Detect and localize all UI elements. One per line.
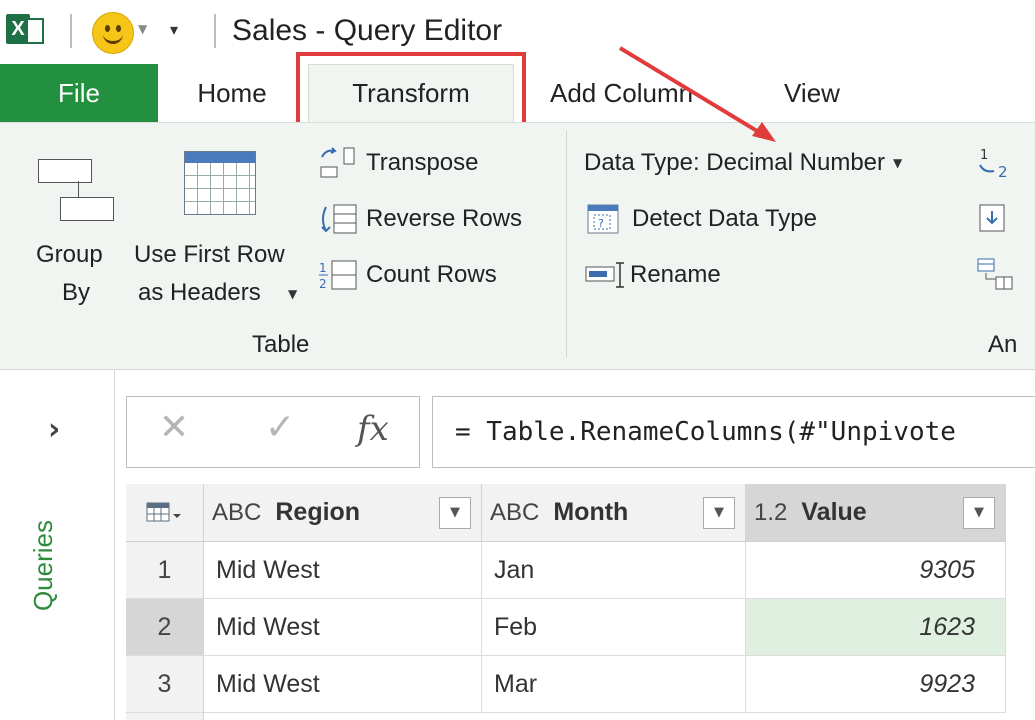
smiley-feedback-icon[interactable] (92, 12, 134, 54)
detect-data-type-icon: ? (587, 204, 619, 234)
table-cell[interactable]: 9923 (746, 656, 1006, 713)
formula-text: = Table.RenameColumns(#"Unpivote (455, 417, 956, 447)
ribbon: Group By Use First Row as Headers ▼ Tran… (0, 122, 1035, 370)
column-header-label: Region (275, 498, 361, 526)
text-type-icon[interactable]: ABC (490, 499, 539, 527)
excel-icon: X (6, 14, 44, 44)
fill-button[interactable] (978, 203, 1008, 235)
decimal-type-icon[interactable]: 1.2 (754, 499, 787, 527)
chevron-down-icon: ▼ (288, 287, 298, 301)
formula-bar-buttons: ✕ ✓ fx (126, 396, 420, 468)
group-by-label: By (62, 279, 91, 306)
data-type-label: Data Type: Decimal Number (584, 149, 886, 176)
group-by-button[interactable]: Group By (22, 129, 126, 315)
count-rows-button[interactable]: 1 2 Count Rows (318, 257, 497, 293)
tab-add-column[interactable]: Add Column (540, 64, 720, 122)
svg-text:1: 1 (980, 148, 988, 163)
svg-text:1: 1 (319, 261, 327, 275)
first-row-label: Use First Row (134, 241, 285, 268)
table-cell[interactable]: 9305 (746, 542, 1006, 599)
row-number (126, 713, 204, 720)
group-separator (566, 131, 567, 357)
title-separator (214, 14, 216, 48)
chevron-down-icon: ▼ (893, 156, 903, 170)
rename-icon (585, 262, 624, 288)
count-rows-label: Count Rows (366, 261, 497, 288)
table-group-title: Table (252, 331, 310, 358)
table-cell[interactable]: Jan (482, 542, 746, 599)
table-grid-icon (146, 502, 181, 521)
tab-file[interactable]: File (0, 64, 158, 122)
text-type-icon[interactable]: ABC (212, 499, 261, 527)
table-cell[interactable]: Mid West (204, 599, 482, 656)
feedback-dropdown-icon[interactable]: ▼ (138, 22, 147, 36)
row-number[interactable]: 1 (126, 542, 204, 599)
detect-data-type-button[interactable]: ? Detect Data Type (584, 201, 817, 237)
table-cell-selected[interactable]: 1623 (746, 599, 1006, 656)
column-header-value[interactable]: 1.2 Value ▼ (746, 484, 1006, 542)
reverse-rows-icon (321, 204, 357, 234)
svg-text:2: 2 (319, 277, 327, 291)
filter-dropdown-icon[interactable]: ▼ (963, 496, 995, 529)
reverse-rows-label: Reverse Rows (366, 205, 523, 232)
table-cell[interactable]: Mid West (204, 656, 482, 713)
transform-tab-highlight (296, 52, 526, 128)
fx-icon[interactable]: fx (357, 409, 389, 449)
column-header-label: Value (801, 498, 867, 526)
row-number[interactable]: 2 (126, 599, 204, 656)
table-menu-button[interactable] (126, 484, 204, 542)
replace-values-icon: 1 2 (979, 148, 1008, 181)
column-header-month[interactable]: ABC Month ▼ (482, 484, 746, 542)
group-by-label: Group (36, 241, 103, 268)
table-headers-icon (184, 151, 256, 215)
formula-input[interactable]: = Table.RenameColumns(#"Unpivote (432, 396, 1035, 468)
table-cell[interactable]: Mar (482, 656, 746, 713)
queries-pane-label[interactable]: Queries (28, 520, 59, 611)
first-row-label: as Headers (138, 279, 261, 306)
pivot-column-icon (977, 258, 1013, 290)
rename-button[interactable]: Rename (584, 257, 721, 293)
column-header-label: Month (553, 498, 629, 526)
pivot-column-button[interactable] (976, 257, 1016, 293)
chevron-right-icon[interactable]: › (48, 412, 60, 447)
cancel-icon[interactable]: ✕ (159, 407, 189, 448)
title-separator (70, 14, 72, 48)
table-cell[interactable]: Mid West (204, 542, 482, 599)
tab-home[interactable]: Home (170, 64, 294, 122)
transpose-label: Transpose (366, 149, 479, 176)
table-cell[interactable]: Feb (482, 599, 746, 656)
row-number[interactable]: 3 (126, 656, 204, 713)
replace-values-button[interactable]: 1 2 (976, 145, 1016, 181)
confirm-icon[interactable]: ✓ (265, 407, 295, 448)
reverse-rows-button[interactable]: Reverse Rows (318, 201, 522, 237)
svg-text:?: ? (598, 217, 604, 230)
filter-dropdown-icon[interactable]: ▼ (703, 496, 735, 529)
transpose-button[interactable]: Transpose (318, 145, 479, 181)
detect-data-type-label: Detect Data Type (632, 205, 817, 232)
fill-down-icon (979, 204, 1005, 232)
group-by-icon (38, 159, 114, 221)
count-rows-icon: 1 2 (319, 260, 357, 291)
data-grid: ABC Region ▼ ABC Month ▼ 1.2 Value ▼ 1 M… (126, 484, 1035, 720)
data-type-dropdown[interactable]: Data Type: Decimal Number ▼ (584, 145, 902, 181)
svg-text:2: 2 (998, 163, 1008, 181)
tab-view[interactable]: View (770, 64, 854, 122)
column-header-region[interactable]: ABC Region ▼ (204, 484, 482, 542)
transpose-icon (320, 147, 355, 178)
rename-label: Rename (630, 261, 721, 288)
any-column-group-title: An (988, 331, 1018, 358)
window-title: Sales - Query Editor (232, 14, 503, 47)
use-first-row-as-headers-button[interactable]: Use First Row as Headers ▼ (130, 129, 306, 315)
filter-dropdown-icon[interactable]: ▼ (439, 496, 471, 529)
customize-quick-access-icon[interactable]: ▾ (170, 20, 178, 39)
